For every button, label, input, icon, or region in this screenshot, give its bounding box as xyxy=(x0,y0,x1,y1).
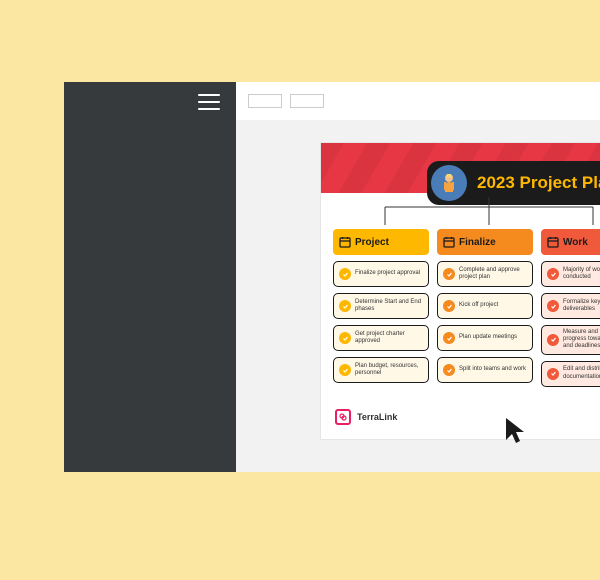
document-header-banner: 2023 Project Plan xyxy=(321,143,600,193)
check-icon xyxy=(443,268,455,280)
task-label: Measure and track progress toward goals … xyxy=(563,329,600,351)
task-card[interactable]: Kick off project xyxy=(437,293,533,319)
task-card[interactable]: Finalize project approval xyxy=(333,261,429,287)
toolbar-slot[interactable] xyxy=(248,94,282,108)
check-icon xyxy=(339,364,351,376)
tree-connector-lines xyxy=(369,197,600,229)
toolbar-slot[interactable] xyxy=(290,94,324,108)
task-label: Get project charter approved xyxy=(355,331,423,345)
task-card[interactable]: Plan update meetings xyxy=(437,325,533,351)
task-card[interactable]: Measure and track progress toward goals … xyxy=(541,325,600,355)
sidebar xyxy=(64,82,236,472)
check-icon xyxy=(547,268,559,280)
task-label: Formalize key deliverables xyxy=(563,299,600,313)
document-footer: TerraLink xyxy=(321,399,600,439)
topbar xyxy=(236,82,600,120)
column-header-project: Project xyxy=(333,229,429,255)
document-title: 2023 Project Plan xyxy=(477,173,600,193)
task-card[interactable]: Get project charter approved xyxy=(333,325,429,351)
column-finalize: Finalize Complete and approve project pl… xyxy=(437,229,533,387)
check-icon xyxy=(547,334,559,346)
task-card[interactable]: Plan budget, resources, personnel xyxy=(333,357,429,383)
column-project: Project Finalize project approval Determ… xyxy=(333,229,429,387)
column-header-work: Work xyxy=(541,229,600,255)
calendar-icon xyxy=(547,236,559,248)
task-label: Split into teams and work xyxy=(459,366,526,373)
column-work: Work Majority of work conducted Formaliz… xyxy=(541,229,600,387)
column-label: Finalize xyxy=(459,237,496,248)
task-card[interactable]: Majority of work conducted xyxy=(541,261,600,287)
brand-name: TerraLink xyxy=(357,412,397,422)
task-label: Edit and distribute key documentation xyxy=(563,366,600,380)
document-canvas: 2023 Project Plan Project Fina xyxy=(320,142,600,440)
columns-row: Project Finalize project approval Determ… xyxy=(333,229,600,387)
task-label: Complete and approve project plan xyxy=(459,267,527,281)
check-icon xyxy=(339,332,351,344)
task-card[interactable]: Edit and distribute key documentation xyxy=(541,361,600,387)
column-label: Work xyxy=(563,237,588,248)
task-label: Plan update meetings xyxy=(459,334,517,341)
check-icon xyxy=(443,332,455,344)
mouse-cursor-icon xyxy=(504,416,530,446)
task-card[interactable]: Formalize key deliverables xyxy=(541,293,600,319)
task-card[interactable]: Complete and approve project plan xyxy=(437,261,533,287)
task-label: Kick off project xyxy=(459,302,498,309)
task-label: Determine Start and End phases xyxy=(355,299,423,313)
check-icon xyxy=(443,300,455,312)
hamburger-menu-icon[interactable] xyxy=(198,94,220,110)
app-frame: 2023 Project Plan Project Fina xyxy=(64,82,600,472)
task-label: Majority of work conducted xyxy=(563,267,600,281)
main-area: 2023 Project Plan Project Fina xyxy=(236,82,600,472)
task-label: Plan budget, resources, personnel xyxy=(355,363,423,377)
brand-icon xyxy=(335,409,351,425)
check-icon xyxy=(339,268,351,280)
tree-area: Project Finalize project approval Determ… xyxy=(321,193,600,399)
calendar-icon xyxy=(339,236,351,248)
check-icon xyxy=(339,300,351,312)
task-card[interactable]: Split into teams and work xyxy=(437,357,533,383)
task-card[interactable]: Determine Start and End phases xyxy=(333,293,429,319)
column-header-finalize: Finalize xyxy=(437,229,533,255)
check-icon xyxy=(443,364,455,376)
calendar-icon xyxy=(443,236,455,248)
column-label: Project xyxy=(355,237,389,248)
check-icon xyxy=(547,368,559,380)
task-label: Finalize project approval xyxy=(355,270,420,277)
check-icon xyxy=(547,300,559,312)
